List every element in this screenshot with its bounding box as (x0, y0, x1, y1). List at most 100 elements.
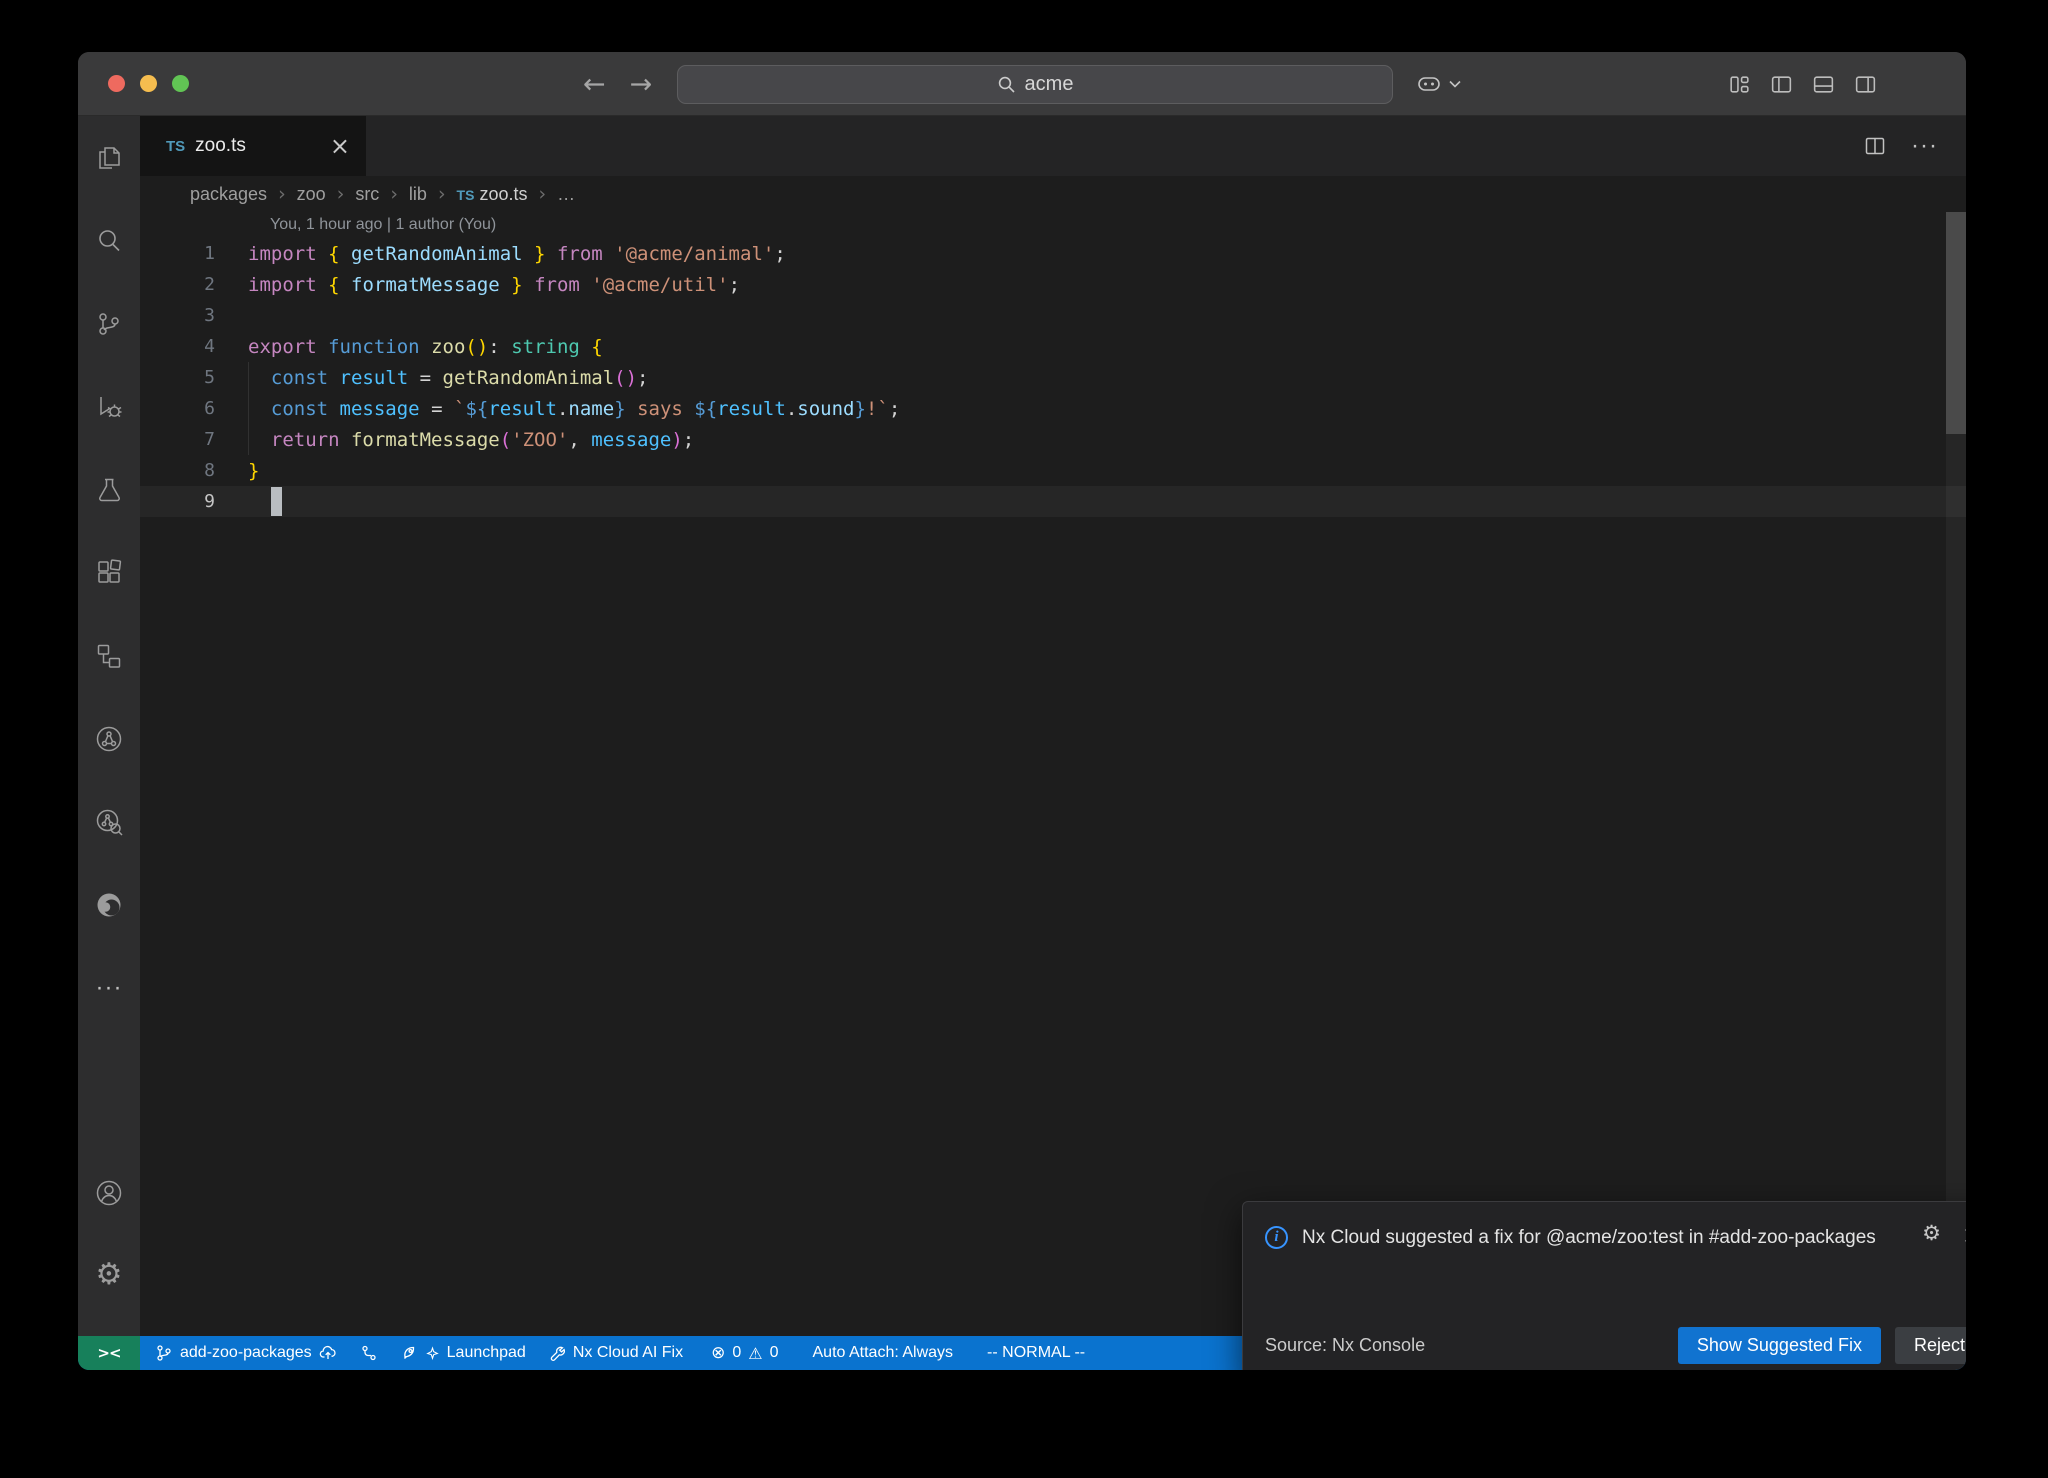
typescript-file-icon: TS (166, 138, 185, 155)
code-lines: 1import { getRandomAnimal } from '@acme/… (140, 238, 1966, 517)
editor-cursor (271, 487, 282, 516)
notification-toast: i Nx Cloud suggested a fix for @acme/zoo… (1242, 1201, 1966, 1370)
breadcrumb-item[interactable]: packages (190, 184, 267, 205)
launchpad-item[interactable]: Launchpad (389, 1336, 537, 1370)
account-icon[interactable] (78, 1152, 140, 1234)
breadcrumb-item[interactable]: lib (409, 184, 427, 205)
toggle-secondary-sidebar-icon[interactable] (1853, 72, 1878, 97)
problems-item[interactable]: ⊗ 0 ⚠ 0 (700, 1336, 789, 1370)
nx-console-icon[interactable] (78, 614, 140, 697)
nx-fix-label: Nx Cloud AI Fix (573, 1344, 683, 1362)
vscode-window: ← → acme (78, 52, 1966, 1370)
rocket-icon (400, 1344, 418, 1362)
typescript-file-icon: TS (457, 187, 475, 203)
chevron-right-icon: › (538, 183, 546, 205)
auto-attach-item[interactable]: Auto Attach: Always (802, 1336, 965, 1370)
settings-gear-icon[interactable]: ⚙ (78, 1234, 140, 1316)
line-number: 9 (140, 491, 248, 512)
notification-source: Source: Nx Console (1265, 1335, 1425, 1356)
breadcrumb-item[interactable]: zoo (297, 184, 326, 205)
vim-mode-item[interactable]: -- NORMAL -- (976, 1336, 1096, 1370)
customize-layout-icon[interactable] (1727, 72, 1752, 97)
more-actions-icon[interactable]: ··· (1911, 132, 1938, 160)
line-number: 2 (140, 274, 248, 295)
notification-settings-icon[interactable]: ⚙ (1922, 1223, 1941, 1244)
command-center-search[interactable]: acme (677, 65, 1393, 104)
extensions-icon[interactable] (78, 531, 140, 614)
indent-guide (248, 362, 249, 455)
line-number: 5 (140, 367, 248, 388)
line-number: 3 (140, 305, 248, 326)
code-line[interactable]: 3 (140, 300, 1966, 331)
cloud-upload-icon (319, 1344, 338, 1362)
git-blame-lens[interactable]: You, 1 hour ago | 1 author (You) (140, 212, 1966, 238)
code-line[interactable]: 6 const message = `${result.name} says $… (140, 393, 1966, 424)
window-controls (108, 75, 189, 92)
testing-icon[interactable] (78, 448, 140, 531)
tab-zoo-ts[interactable]: TS zoo.ts × (140, 116, 366, 176)
code-editor[interactable]: You, 1 hour ago | 1 author (You) 1import… (140, 212, 1966, 1336)
activity-bar: ··· ⚙ (78, 116, 140, 1336)
run-debug-icon[interactable] (78, 365, 140, 448)
breadcrumb: packages › zoo › src › lib › TSzoo.ts › … (140, 176, 1966, 212)
editor-group: TS zoo.ts × ··· packages › zoo › src › (140, 116, 1966, 1336)
main-area: ··· ⚙ TS zoo.ts × (78, 116, 1966, 1336)
close-notification-icon[interactable]: × (1962, 1223, 1966, 1247)
toggle-panel-icon[interactable] (1811, 72, 1836, 97)
code-line[interactable]: 4export function zoo(): string { (140, 331, 1966, 362)
code-line[interactable]: 5 const result = getRandomAnimal(); (140, 362, 1966, 393)
nx-project-graph-icon[interactable] (78, 697, 140, 780)
git-branch-item[interactable]: add-zoo-packages (144, 1336, 349, 1370)
scrollbar-thumb[interactable] (1946, 212, 1966, 434)
chevron-down-icon (1449, 80, 1461, 88)
show-suggested-fix-button[interactable]: Show Suggested Fix (1678, 1327, 1881, 1364)
tab-bar: TS zoo.ts × ··· (140, 116, 1966, 176)
line-number: 6 (140, 398, 248, 419)
line-number: 4 (140, 336, 248, 357)
more-views-icon[interactable]: ··· (78, 946, 140, 1029)
nx-graph-search-icon[interactable] (78, 780, 140, 863)
search-value: acme (1025, 73, 1074, 96)
copilot-menu[interactable] (1416, 52, 1461, 116)
zoom-window-button[interactable] (172, 75, 189, 92)
branch-name: add-zoo-packages (180, 1344, 312, 1362)
search-icon (997, 75, 1016, 94)
close-window-button[interactable] (108, 75, 125, 92)
line-number: 7 (140, 429, 248, 450)
nx-cloud-fix-item[interactable]: Nx Cloud AI Fix (537, 1336, 694, 1370)
source-control-icon[interactable] (78, 282, 140, 365)
chevron-right-icon: › (390, 183, 398, 205)
forward-arrow-icon[interactable]: → (630, 69, 653, 100)
back-arrow-icon[interactable]: ← (583, 69, 606, 100)
line-number: 1 (140, 243, 248, 264)
remote-indicator[interactable]: >< (78, 1336, 140, 1370)
chevron-right-icon: › (337, 183, 345, 205)
wrench-icon (548, 1344, 566, 1362)
tab-title: zoo.ts (195, 135, 246, 157)
breadcrumb-item[interactable]: src (355, 184, 379, 205)
editor-scrollbar[interactable] (1946, 212, 1966, 1336)
line-number: 8 (140, 460, 248, 481)
code-line[interactable]: 7 return formatMessage('ZOO', message); (140, 424, 1966, 455)
toggle-primary-sidebar-icon[interactable] (1769, 72, 1794, 97)
search-view-icon[interactable] (78, 199, 140, 282)
edge-browser-icon[interactable] (78, 863, 140, 946)
copilot-icon (1416, 71, 1442, 97)
code-line[interactable]: 2import { formatMessage } from '@acme/ut… (140, 269, 1966, 300)
error-icon: ⊗ (711, 1343, 725, 1363)
notification-message: Nx Cloud suggested a fix for @acme/zoo:t… (1302, 1223, 1887, 1253)
commit-graph-item[interactable] (349, 1336, 389, 1370)
code-line[interactable]: 1import { getRandomAnimal } from '@acme/… (140, 238, 1966, 269)
git-branch-icon (155, 1344, 173, 1362)
minimize-window-button[interactable] (140, 75, 157, 92)
explorer-icon[interactable] (78, 116, 140, 199)
reject-button[interactable]: Reject (1895, 1327, 1966, 1364)
code-line[interactable]: 8} (140, 455, 1966, 486)
breadcrumb-symbol-overflow[interactable]: … (557, 184, 575, 205)
code-line[interactable]: 9 (140, 486, 1966, 517)
layout-controls (1727, 52, 1878, 116)
split-editor-icon[interactable] (1863, 134, 1887, 158)
close-tab-icon[interactable]: × (330, 134, 350, 158)
info-icon: i (1265, 1226, 1288, 1249)
breadcrumb-file[interactable]: TSzoo.ts (457, 184, 528, 205)
